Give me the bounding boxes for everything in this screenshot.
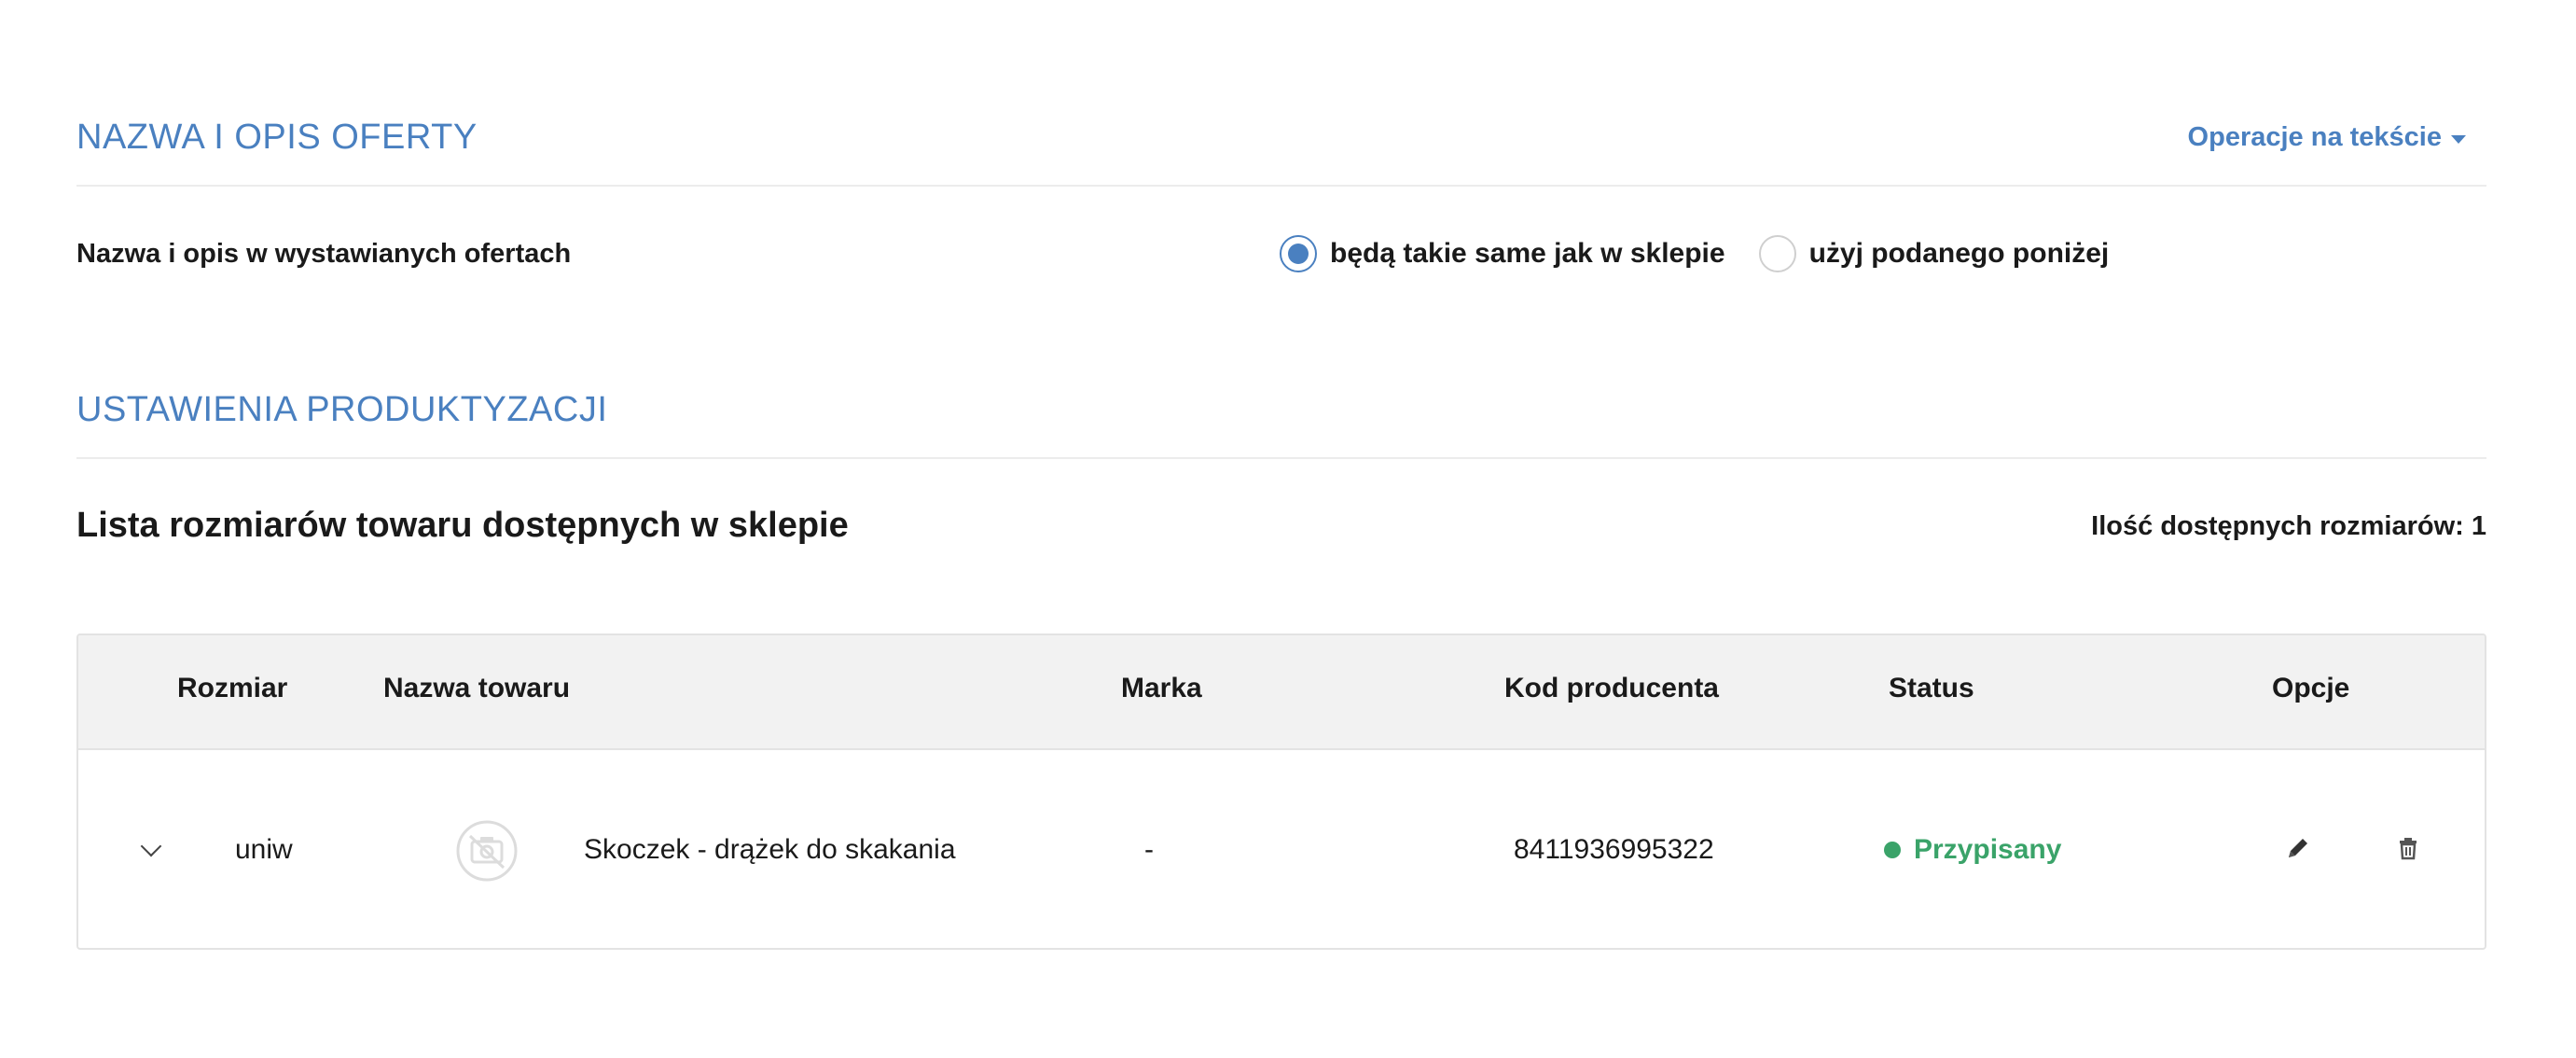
column-header-brand: Marka [1121, 673, 1202, 703]
no-photo-icon [456, 820, 518, 882]
text-operations-label: Operacje na tekście [2187, 121, 2442, 152]
cell-producer-code: 8411936995322 [1514, 834, 1714, 865]
column-header-options: Opcje [2272, 673, 2350, 703]
status-badge: Przypisany [1884, 834, 2061, 866]
name-desc-radio-group: będą takie same jak w sklepie użyj podan… [1280, 235, 2109, 272]
status-label: Przypisany [1914, 834, 2062, 865]
caret-down-icon [2451, 134, 2466, 144]
sizes-list-title: Lista rozmiarów towaru dostępnych w skle… [76, 506, 849, 545]
column-header-product-name: Nazwa towaru [383, 673, 571, 703]
radio-same-as-shop[interactable]: będą takie same jak w sklepie [1280, 235, 1725, 272]
status-dot-icon [1884, 842, 1901, 858]
sizes-table: Rozmiar Nazwa towaru Marka Kod producent… [76, 633, 2486, 950]
column-header-status: Status [1889, 673, 1974, 703]
cell-product-name: Skoczek - drążek do skakania [584, 834, 956, 865]
cell-brand: - [1144, 834, 1154, 865]
chevron-down-icon[interactable] [140, 835, 162, 857]
radio-unchecked-icon[interactable] [1758, 235, 1796, 272]
radio-label-same-as-shop: będą takie same jak w sklepie [1330, 238, 1725, 269]
column-header-size: Rozmiar [177, 673, 288, 703]
column-header-producer-code: Kod producenta [1504, 673, 1719, 703]
available-sizes-count: Ilość dostępnych rozmiarów: 1 [2091, 511, 2486, 541]
productization-section-title: USTAWIENIA PRODUKTYZACJI [76, 389, 608, 429]
radio-use-below[interactable]: użyj podanego poniżej [1758, 235, 2110, 272]
text-operations-dropdown[interactable]: Operacje na tekście [2188, 122, 2466, 153]
cell-size: uniw [235, 834, 293, 865]
productization-section-header: USTAWIENIA PRODUKTYZACJI [76, 362, 2486, 459]
offer-section-title: NAZWA I OPIS OFERTY [76, 117, 478, 157]
table-header: Rozmiar Nazwa towaru Marka Kod producent… [78, 635, 2485, 750]
radio-label-use-below: użyj podanego poniżej [1808, 238, 2110, 269]
trash-icon[interactable] [2391, 831, 2425, 865]
radio-checked-icon[interactable] [1280, 235, 1317, 272]
offer-section-header: NAZWA I OPIS OFERTY Operacje na tekście [76, 90, 2486, 187]
pencil-icon[interactable] [2281, 831, 2315, 865]
name-desc-label: Nazwa i opis w wystawianych ofertach [76, 239, 572, 269]
table-row: uniw Skoczek - drążek do skakania - 8411… [78, 750, 2485, 948]
